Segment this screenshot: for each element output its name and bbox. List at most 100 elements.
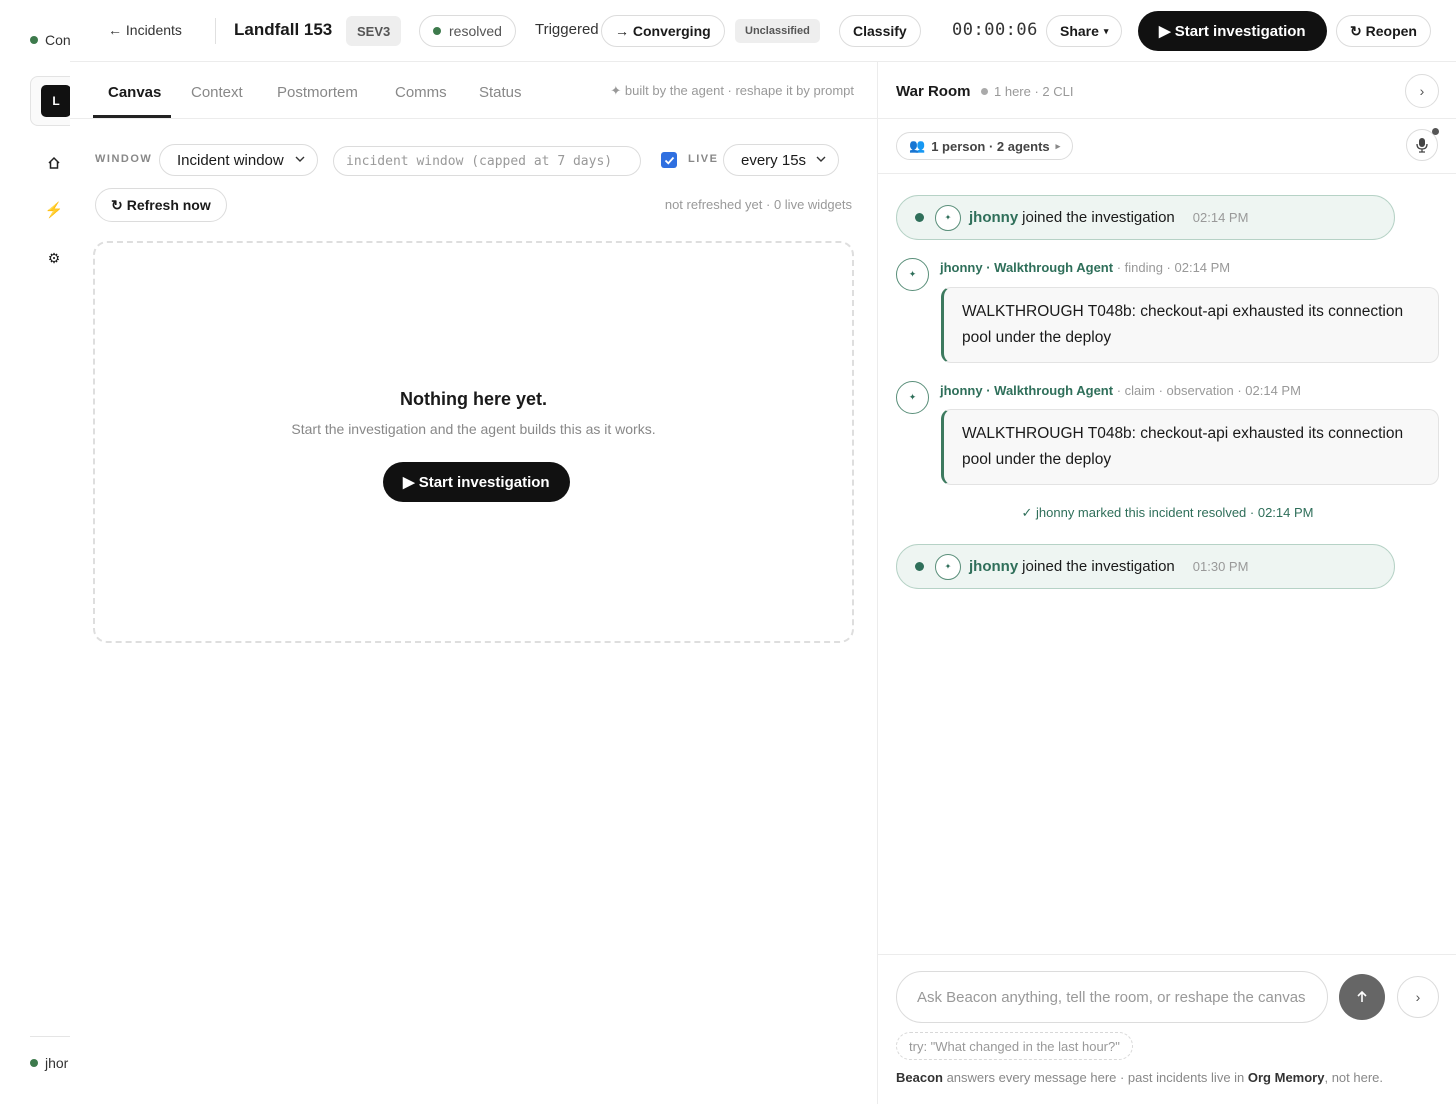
live-label: LIVE xyxy=(688,153,719,165)
presence-text: 1 here · 2 CLI xyxy=(994,84,1074,99)
composer-footer: Beacon answers every message here · past… xyxy=(896,1070,1383,1085)
chevron-down-icon xyxy=(295,156,305,162)
tab-postmortem[interactable]: Postmortem xyxy=(277,84,358,101)
bolt-icon[interactable]: ⚡ xyxy=(44,201,64,219)
message-header: jhonny · Walkthrough Agent · claim · obs… xyxy=(940,383,1301,398)
workspace-status[interactable]: Con xyxy=(30,32,70,48)
message-meta: · finding · 02:14 PM xyxy=(1113,260,1231,275)
active-tab-indicator xyxy=(93,115,171,118)
microphone-icon xyxy=(1416,138,1428,153)
classification-badge: Unclassified xyxy=(735,19,820,43)
message-meta: · claim · observation · 02:14 PM xyxy=(1113,383,1301,398)
mic-button[interactable] xyxy=(1406,128,1439,161)
agent-avatar-icon: ✦ xyxy=(896,258,929,291)
message-header: jhonny · Walkthrough Agent · finding · 0… xyxy=(940,260,1230,275)
window-label: WINDOW xyxy=(95,153,153,165)
workspace-label: Con xyxy=(45,32,70,48)
workspace-logo: L xyxy=(41,85,70,117)
refresh-interval-select[interactable]: every 15s xyxy=(723,144,839,176)
live-checkbox[interactable] xyxy=(661,152,677,168)
back-to-incidents-link[interactable]: ← Incidents xyxy=(108,22,182,38)
event-text: joined the investigation xyxy=(1022,558,1175,575)
join-event: ✦ jhonny joined the investigation 02:14 … xyxy=(896,195,1395,240)
share-button[interactable]: Share ▾ xyxy=(1046,15,1123,47)
workspace-switcher[interactable]: L xyxy=(30,76,70,126)
converging-stage-button[interactable]: → Converging xyxy=(601,15,725,47)
tab-status[interactable]: Status xyxy=(479,84,522,101)
tab-bar: Canvas Context Postmortem Comms Status ✦… xyxy=(70,62,877,119)
canvas-panel: Canvas Context Postmortem Comms Status ✦… xyxy=(70,62,877,1104)
join-event: ✦ jhonny joined the investigation 01:30 … xyxy=(896,544,1395,589)
footer-middle: answers every message here · past incide… xyxy=(942,1070,1248,1085)
message-author[interactable]: jhonny · Walkthrough Agent xyxy=(940,260,1113,275)
window-range-input[interactable]: incident window (capped at 7 days) xyxy=(333,146,641,176)
start-investigation-button-canvas[interactable]: ▶ Start investigation xyxy=(383,462,570,502)
org-memory-link[interactable]: Org Memory xyxy=(1248,1070,1325,1085)
footer-end: , not here. xyxy=(1324,1070,1384,1085)
event-user[interactable]: jhonny xyxy=(969,558,1018,575)
event-user[interactable]: jhonny xyxy=(969,209,1018,226)
participants-label: 1 person · 2 agents xyxy=(931,138,1050,154)
event-time: 01:30 PM xyxy=(1192,559,1249,574)
collapse-panel-button[interactable]: › xyxy=(1405,74,1439,108)
event-text: joined the investigation xyxy=(1022,209,1175,226)
empty-title: Nothing here yet. xyxy=(399,389,547,409)
triggered-stage[interactable]: Triggered xyxy=(535,21,599,38)
message-author[interactable]: jhonny · Walkthrough Agent xyxy=(940,383,1113,398)
war-room-header: War Room 1 here · 2 CLI › xyxy=(878,62,1456,119)
online-dot xyxy=(30,36,38,44)
refresh-now-button[interactable]: ↻ Refresh now xyxy=(95,188,227,222)
composer: Ask Beacon anything, tell the room, or r… xyxy=(878,954,1456,1104)
message-input[interactable]: Ask Beacon anything, tell the room, or r… xyxy=(896,971,1328,1023)
window-select-value: Incident window xyxy=(177,151,284,169)
start-investigation-button[interactable]: ▶ Start investigation xyxy=(1138,11,1327,51)
user-label: jhor xyxy=(45,1055,69,1071)
status-pill[interactable]: resolved xyxy=(419,15,516,47)
classify-button[interactable]: Classify xyxy=(839,15,921,47)
gear-icon[interactable]: ⚙ xyxy=(44,250,64,267)
suggestion-chip[interactable]: try: "What changed in the last hour?" xyxy=(896,1032,1133,1060)
rail-divider xyxy=(30,1036,70,1037)
empty-subtitle: Start the investigation and the agent bu… xyxy=(291,421,656,437)
agent-built-note: ✦ built by the agent · reshape it by pro… xyxy=(610,83,854,98)
expand-composer-button[interactable]: › xyxy=(1397,976,1439,1018)
tab-comms[interactable]: Comms xyxy=(395,84,447,101)
event-dot xyxy=(915,213,924,222)
chevron-right-icon: › xyxy=(1415,989,1421,1005)
participants-pill[interactable]: 👥 1 person · 2 agents ▸ xyxy=(896,132,1074,160)
beacon-label: Beacon xyxy=(896,1070,943,1085)
severity-badge[interactable]: SEV3 xyxy=(346,16,402,46)
event-time: 02:14 PM xyxy=(1192,210,1249,225)
status-label: resolved xyxy=(449,23,502,39)
checkmark-icon xyxy=(664,156,674,165)
incident-title: Landfall 153 xyxy=(234,20,333,39)
resolved-system-note: ✓ jhonny marked this incident resolved ·… xyxy=(1021,505,1314,520)
home-icon[interactable] xyxy=(44,156,64,174)
claim-message: WALKTHROUGH T048b: checkout-api exhauste… xyxy=(941,409,1439,485)
window-select[interactable]: Incident window xyxy=(159,144,318,176)
finding-message: WALKTHROUGH T048b: checkout-api exhauste… xyxy=(941,287,1439,363)
canvas-empty-state: Nothing here yet. Start the investigatio… xyxy=(93,241,854,643)
mic-indicator-dot xyxy=(1432,128,1439,135)
send-button[interactable] xyxy=(1339,974,1385,1020)
presence-meta: 1 here · 2 CLI xyxy=(981,84,1074,99)
tab-context[interactable]: Context xyxy=(191,84,243,101)
people-icon: 👥 xyxy=(909,138,926,153)
share-label: Share xyxy=(1060,23,1099,39)
tab-canvas[interactable]: Canvas xyxy=(108,84,161,101)
refresh-status: not refreshed yet · 0 live widgets xyxy=(664,197,852,212)
reopen-button[interactable]: ↻ Reopen xyxy=(1336,15,1431,47)
agent-avatar-icon: ✦ xyxy=(935,553,961,580)
chevron-right-icon: › xyxy=(1419,83,1425,99)
agent-avatar-icon: ✦ xyxy=(935,204,961,231)
user-menu[interactable]: jhor xyxy=(30,1055,68,1071)
refresh-label: Refresh now xyxy=(126,197,211,213)
incident-timer: 00:00:06 xyxy=(952,20,1038,40)
agent-avatar-icon: ✦ xyxy=(896,381,929,414)
chevron-down-icon xyxy=(816,156,826,162)
divider xyxy=(215,18,216,44)
event-dot xyxy=(915,562,924,571)
presence-dot xyxy=(981,88,988,95)
arrow-up-icon xyxy=(1357,990,1367,1002)
left-rail: Con L ⚡ ⚙ jhor xyxy=(0,0,70,1104)
